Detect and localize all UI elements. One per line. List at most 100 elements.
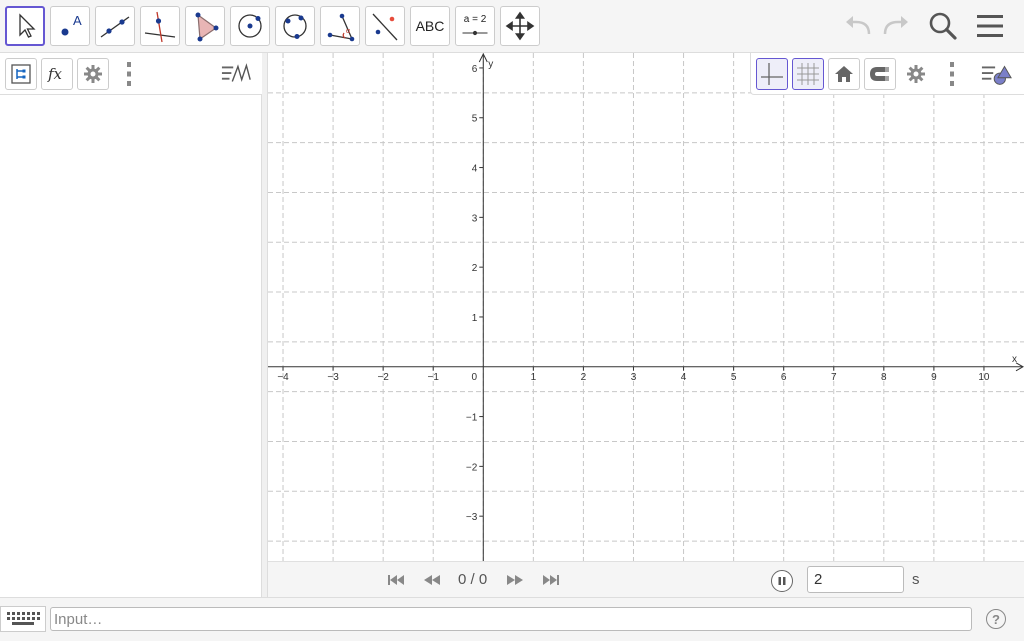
- standard-view-button[interactable]: [828, 58, 860, 90]
- undo-button[interactable]: [840, 8, 876, 44]
- keyboard-icon: [7, 612, 40, 625]
- next-frame-button[interactable]: [505, 571, 525, 589]
- more-vertical-icon: [950, 62, 954, 86]
- function-icon: fx: [47, 65, 63, 83]
- line-tool-button[interactable]: [95, 6, 135, 46]
- y-axis-label: y: [488, 59, 493, 70]
- reflect-tool-button[interactable]: [365, 6, 405, 46]
- x-tick-label: 2: [581, 372, 587, 383]
- gear-icon: [907, 65, 925, 83]
- algebra-view-toggle[interactable]: [5, 58, 37, 90]
- polygon-tool-button[interactable]: [185, 6, 225, 46]
- speed-unit-label: s: [912, 571, 920, 588]
- redo-button[interactable]: [878, 8, 914, 44]
- x-tick-label: 1: [531, 372, 537, 383]
- fast-forward-icon: [507, 575, 523, 585]
- pause-button[interactable]: [771, 570, 793, 592]
- move-tool-button[interactable]: [5, 6, 45, 46]
- x-tick-label: 6: [781, 372, 787, 383]
- y-tick-label: −3: [466, 512, 478, 523]
- skip-to-end-icon: [543, 575, 559, 585]
- circle-three-points-icon: [283, 14, 307, 39]
- x-tick-label: 9: [931, 372, 937, 383]
- x-tick-label: 7: [831, 372, 837, 383]
- last-frame-button[interactable]: [541, 571, 561, 589]
- move-arrows-icon: [505, 11, 535, 41]
- x-tick-label: 5: [731, 372, 737, 383]
- keyboard-button[interactable]: [0, 606, 46, 632]
- x-tick-label: −1: [428, 372, 440, 383]
- x-tick-label: 3: [631, 372, 637, 383]
- algebra-more-button[interactable]: [113, 58, 145, 90]
- text-tool-button[interactable]: ABC: [410, 6, 450, 46]
- search-button[interactable]: [925, 8, 961, 44]
- animation-bar: 0 / 0 s: [268, 561, 1024, 597]
- slider-tool-label: a = 2: [463, 13, 487, 25]
- line-through-points-icon: [100, 16, 130, 38]
- input-help-button[interactable]: ?: [986, 609, 1006, 629]
- circle-center-icon: [238, 14, 262, 38]
- y-tick-label: 4: [472, 164, 478, 175]
- main-menu-button[interactable]: [972, 8, 1008, 44]
- slider-icon: [462, 30, 488, 35]
- y-tick-label: 1: [472, 313, 478, 324]
- x-tick-label: 10: [978, 372, 990, 383]
- toggle-grid-button[interactable]: [792, 58, 824, 90]
- graphics-style-bar: [750, 53, 1024, 95]
- svg-text:A: A: [73, 13, 82, 28]
- move-graphics-view-tool-button[interactable]: [500, 6, 540, 46]
- algebra-style-button[interactable]: [221, 58, 253, 90]
- animation-speed-input[interactable]: [807, 566, 904, 593]
- algebra-settings-button[interactable]: [77, 58, 109, 90]
- svg-text:α: α: [346, 28, 350, 35]
- toolbar: A α ABC a = 2: [0, 0, 1024, 53]
- point-tool-button[interactable]: A: [50, 6, 90, 46]
- redo-icon: [883, 16, 908, 35]
- y-tick-label: 3: [472, 213, 478, 224]
- x-tick-label: −4: [277, 372, 289, 383]
- frame-counter: 0 / 0: [458, 571, 488, 588]
- x-tick-label: 8: [881, 372, 887, 383]
- home-icon: [835, 66, 853, 82]
- undo-icon: [846, 16, 871, 35]
- algebra-view: fx: [0, 53, 262, 597]
- slider-tool-button[interactable]: a = 2: [455, 6, 495, 46]
- graphics-style-icon: [981, 65, 1012, 85]
- angle-tool-button[interactable]: α: [320, 6, 360, 46]
- circle-center-point-tool-button[interactable]: [230, 6, 270, 46]
- help-icon: ?: [992, 611, 1000, 627]
- algebra-header: fx: [0, 53, 262, 95]
- geogebra-app: A α ABC a = 2 fx −4 −3 −2 −1 0 1 2 3 4 5…: [0, 0, 1024, 641]
- previous-frame-button[interactable]: [422, 571, 442, 589]
- graphics-settings-button[interactable]: [900, 58, 932, 90]
- graphics-view[interactable]: −4 −3 −2 −1 0 1 2 3 4 5 6 7 8 9 10 6 5 4 3 2 1 −1 −2 −3 x y: [268, 53, 1024, 561]
- first-frame-button[interactable]: [386, 571, 406, 589]
- algebra-view-icon: [11, 64, 31, 84]
- algebra-style-icon: [221, 63, 251, 83]
- circle-through-points-tool-button[interactable]: [275, 6, 315, 46]
- x-tick-label: 4: [681, 372, 687, 383]
- perpendicular-line-tool-button[interactable]: [140, 6, 180, 46]
- polygon-icon: [195, 12, 219, 42]
- cursor-arrow-icon: [19, 13, 36, 38]
- x-tick-label: −3: [327, 372, 339, 383]
- algebra-input-field[interactable]: [50, 607, 972, 631]
- skip-to-start-icon: [388, 575, 404, 585]
- search-icon: [929, 12, 957, 40]
- x-axis-label: x: [1012, 354, 1017, 365]
- input-bar: ?: [0, 597, 1024, 641]
- point-capturing-button[interactable]: [864, 58, 896, 90]
- graphics-more-button[interactable]: [936, 58, 968, 90]
- function-inspector-button[interactable]: fx: [41, 58, 73, 90]
- graphics-style-button[interactable]: [981, 58, 1013, 90]
- y-tick-label: −2: [466, 462, 478, 473]
- perpendicular-line-icon: [144, 11, 176, 43]
- text-tool-label: ABC: [415, 18, 445, 34]
- pause-icon: [778, 577, 786, 585]
- rewind-icon: [424, 575, 440, 585]
- grid-icon: [797, 63, 819, 85]
- toggle-axes-button[interactable]: [756, 58, 788, 90]
- y-tick-label: 2: [472, 263, 478, 274]
- svg-text:fx: fx: [47, 65, 63, 83]
- coordinate-plane[interactable]: −4 −3 −2 −1 0 1 2 3 4 5 6 7 8 9 10 6 5 4 3 2 1 −1 −2 −3 x y: [268, 53, 1024, 561]
